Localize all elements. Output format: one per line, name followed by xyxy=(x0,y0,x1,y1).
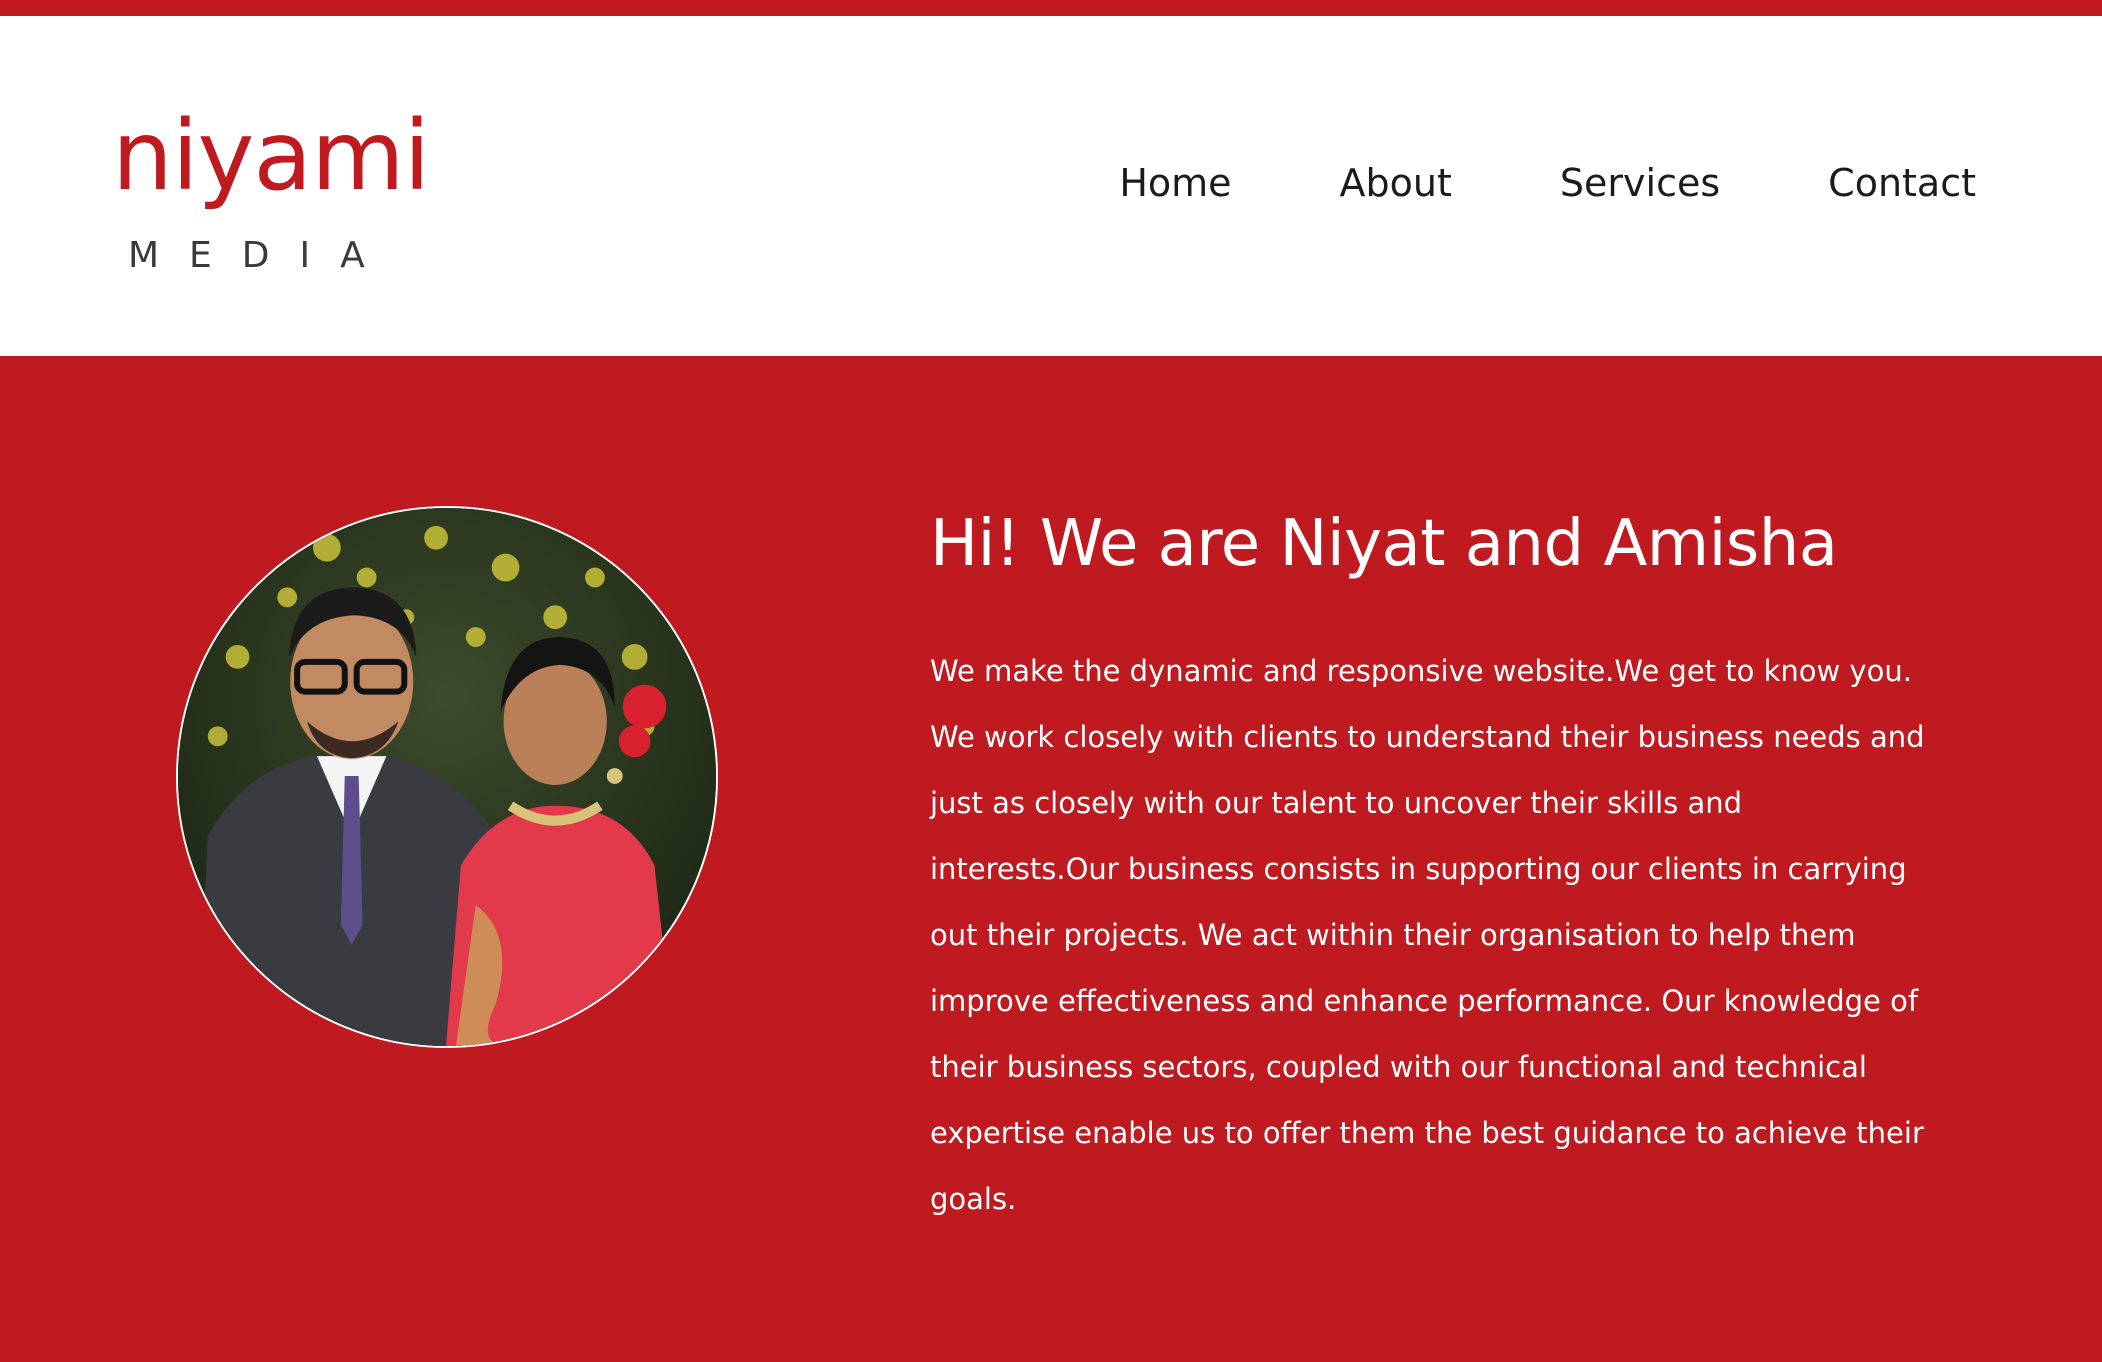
nav-item-home[interactable]: Home xyxy=(1119,164,1231,202)
hero-description: We make the dynamic and responsive websi… xyxy=(930,654,1925,1216)
nav-item-contact[interactable]: Contact xyxy=(1828,164,1976,202)
portrait-illustration xyxy=(178,508,716,1046)
portrait-photo xyxy=(176,506,718,1048)
hero-title: Hi! We are Niyat and Amisha xyxy=(930,507,1838,581)
hero-section: Hi! We are Niyat and Amisha We make the … xyxy=(0,356,2102,1362)
nav-item-services[interactable]: Services xyxy=(1560,164,1720,202)
nav-item-about[interactable]: About xyxy=(1340,164,1452,202)
top-accent-strip xyxy=(0,0,2102,16)
site-header: niyami MEDIA Home About Services Contact xyxy=(0,16,2102,356)
logo-wordmark: niyami xyxy=(112,100,430,212)
main-nav: Home About Services Contact xyxy=(1119,164,1976,202)
brand-logo[interactable]: niyami MEDIA xyxy=(112,108,442,288)
logo-subtitle: MEDIA xyxy=(128,235,395,276)
